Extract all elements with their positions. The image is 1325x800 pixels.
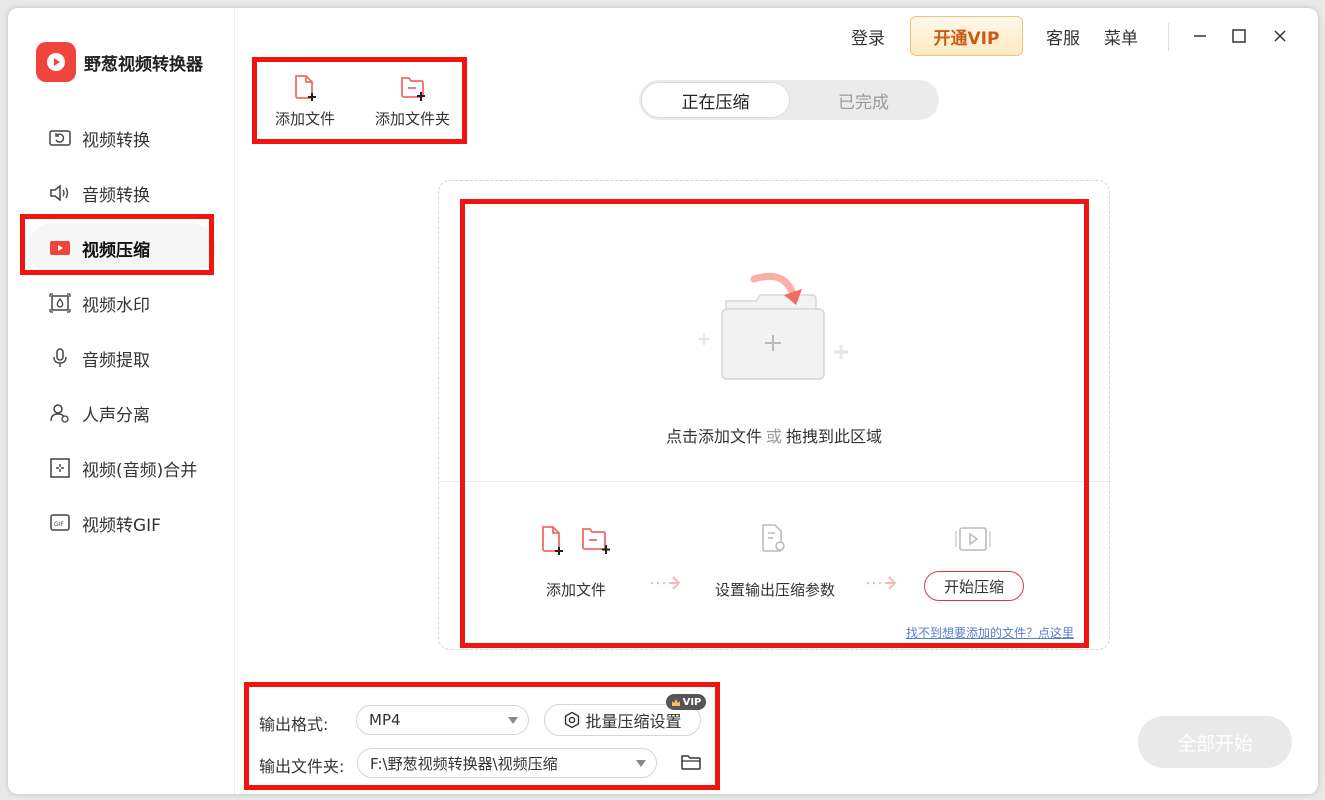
- sidebar-item-label: 音频提取: [82, 350, 150, 371]
- sidebar-item-vocal-separate[interactable]: 人声分离: [28, 388, 216, 438]
- drop-hint-click: 点击添加文件: [665, 427, 762, 446]
- sidebar-item-label: 视频转换: [82, 130, 150, 151]
- start-compress-button[interactable]: 开始压缩: [924, 571, 1024, 601]
- sidebar-item-label: 视频转GIF: [82, 515, 161, 536]
- sidebar-item-label: 视频水印: [82, 295, 150, 316]
- app-logo-icon: [36, 42, 76, 82]
- folder-open-icon[interactable]: [680, 752, 702, 776]
- step-add-file-label: 添加文件: [546, 581, 607, 599]
- app-title: 野葱视频转换器: [84, 55, 203, 75]
- tab-compressing[interactable]: 正在压缩: [641, 82, 790, 118]
- close-icon[interactable]: [1268, 24, 1292, 48]
- chevron-down-icon: [636, 760, 646, 767]
- status-tabs: 正在压缩 已完成: [639, 80, 939, 120]
- step-set-params-label: 设置输出压缩参数: [715, 581, 836, 599]
- tab-completed[interactable]: 已完成: [790, 82, 937, 118]
- step-add-icons: [542, 526, 610, 555]
- help-link[interactable]: 找不到想要添加的文件？点这里: [906, 624, 1074, 641]
- sidebar-item-gif[interactable]: GIF 视频转GIF: [28, 498, 216, 548]
- sidebar: 野葱视频转换器 视频转换 音频转换 视频压缩 视频水印 音频提取 人声分离 视频…: [8, 8, 235, 794]
- drop-zone[interactable]: 点击添加文件或拖拽到此区域 添加文件 设置输出压缩参数 开始压缩 找不到想要添加…: [438, 180, 1110, 650]
- video-convert-icon: [48, 126, 72, 150]
- drop-divider: [439, 481, 1109, 482]
- add-folder-icon: [400, 77, 425, 101]
- sidebar-item-video-compress[interactable]: 视频压缩: [28, 223, 216, 273]
- audio-extract-icon: [48, 346, 72, 370]
- maximize-icon[interactable]: [1227, 24, 1251, 48]
- output-folder-value: F:\野葱视频转换器\视频压缩: [370, 754, 558, 773]
- sidebar-item-merge[interactable]: 视频(音频)合并: [28, 443, 216, 493]
- topbar-divider: [1168, 23, 1169, 51]
- audio-convert-icon: [48, 181, 72, 205]
- add-file-button[interactable]: 添加文件: [275, 74, 335, 129]
- sidebar-item-label: 人声分离: [82, 405, 150, 426]
- video-play-icon: [955, 527, 991, 551]
- menu-button[interactable]: 菜单: [1104, 24, 1138, 49]
- sidebar-item-audio-extract[interactable]: 音频提取: [28, 333, 216, 383]
- merge-icon: [48, 456, 72, 480]
- output-folder-select[interactable]: F:\野葱视频转换器\视频压缩: [357, 748, 657, 778]
- gif-icon: GIF: [48, 511, 72, 535]
- vocal-separate-icon: [48, 401, 72, 425]
- chevron-down-icon: [508, 717, 518, 724]
- service-button[interactable]: 客服: [1046, 24, 1080, 49]
- drop-hint-or: 或: [765, 427, 782, 446]
- video-compress-icon: [48, 236, 72, 260]
- crown-icon: [671, 698, 680, 706]
- add-folder-label: 添加文件夹: [375, 110, 451, 128]
- sidebar-item-audio-convert[interactable]: 音频转换: [28, 168, 216, 218]
- step-arrow-icon: [651, 576, 681, 590]
- add-folder-button[interactable]: 添加文件夹: [375, 74, 450, 129]
- vip-badge: VIP: [666, 694, 706, 710]
- minimize-icon[interactable]: [1188, 24, 1212, 48]
- output-format-select[interactable]: MP4: [356, 705, 529, 735]
- login-button[interactable]: 登录: [851, 24, 885, 49]
- sidebar-item-label: 视频压缩: [82, 240, 150, 261]
- output-format-value: MP4: [369, 711, 401, 729]
- sidebar-item-label: 视频(音频)合并: [82, 460, 198, 481]
- sidebar-item-video-convert[interactable]: 视频转换: [28, 113, 216, 163]
- sidebar-item-label: 音频转换: [82, 185, 150, 206]
- gear-icon: [565, 711, 580, 729]
- drop-hint: 点击添加文件或拖拽到此区域: [439, 423, 1109, 447]
- vip-badge-label: VIP: [682, 696, 702, 708]
- batch-settings-label: 批量压缩设置: [585, 712, 682, 731]
- sidebar-item-watermark[interactable]: 视频水印: [28, 278, 216, 328]
- start-all-button[interactable]: 全部开始: [1138, 716, 1292, 768]
- output-format-label: 输出格式:: [259, 715, 329, 734]
- watermark-icon: [48, 291, 72, 315]
- add-file-icon: [295, 75, 316, 101]
- settings-file-icon: [762, 524, 785, 552]
- add-folder-illustration-icon: [698, 272, 848, 380]
- svg-text:GIF: GIF: [54, 521, 64, 528]
- drop-hint-drag: 拖拽到此区域: [786, 427, 883, 446]
- vip-button[interactable]: 开通VIP: [910, 16, 1023, 56]
- output-folder-label: 输出文件夹:: [259, 757, 345, 776]
- step-arrow-icon: [867, 576, 897, 590]
- app-window: 野葱视频转换器 视频转换 音频转换 视频压缩 视频水印 音频提取 人声分离 视频…: [8, 8, 1318, 794]
- add-file-label: 添加文件: [275, 110, 336, 128]
